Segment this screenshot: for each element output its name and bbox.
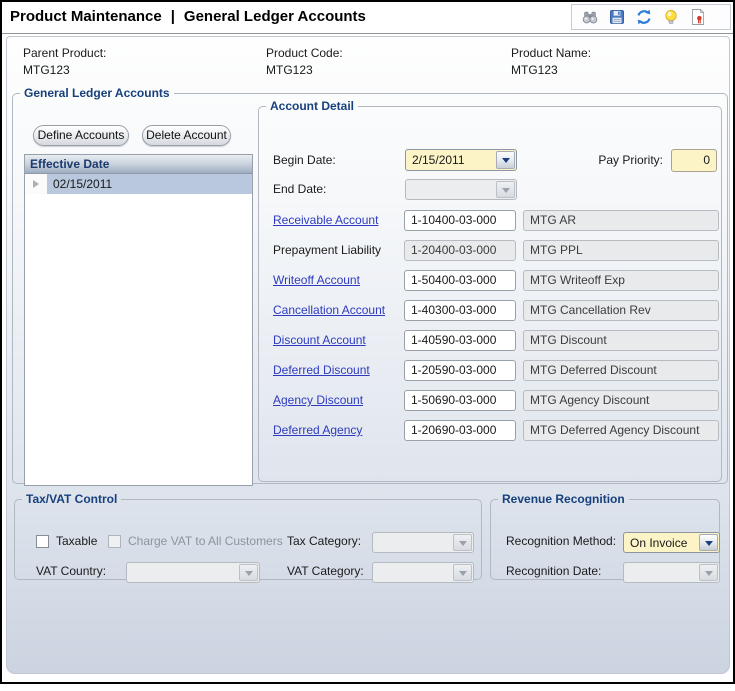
- find-button[interactable]: [581, 8, 599, 26]
- refresh-button[interactable]: [635, 8, 653, 26]
- deferred-agency-input[interactable]: 1-20690-03-000: [404, 420, 516, 441]
- receivable-account-name: MTG AR: [523, 210, 719, 231]
- writeoff-account-name: MTG Writeoff Exp: [523, 270, 719, 291]
- begin-date-label: Begin Date:: [273, 149, 336, 171]
- deferred-agency-name: MTG Deferred Agency Discount: [523, 420, 719, 441]
- charge-vat-checkbox: [108, 535, 121, 548]
- end-date-value: [407, 181, 495, 198]
- effective-date-cell[interactable]: 02/15/2011: [47, 174, 252, 194]
- pay-priority-input[interactable]: 0: [671, 149, 717, 172]
- tax-vat-control-title: Tax/VAT Control: [22, 492, 121, 506]
- cancellation-account-input[interactable]: 1-40300-03-000: [404, 300, 516, 321]
- tax-category-value: [374, 534, 452, 551]
- deferred-discount-input[interactable]: 1-20590-03-000: [404, 360, 516, 381]
- begin-date-combo[interactable]: 2/15/2011: [405, 149, 517, 171]
- product-code-label: Product Code:: [266, 46, 343, 60]
- page-title-right: General Ledger Accounts: [184, 8, 366, 25]
- parent-product-label: Parent Product:: [23, 46, 106, 60]
- lightbulb-icon: [662, 8, 680, 26]
- recognition-date-combo: [623, 562, 720, 583]
- vat-category-label: VAT Category:: [287, 564, 364, 578]
- product-name-label: Product Name:: [511, 46, 591, 60]
- tax-category-dropdown-icon: [453, 534, 472, 551]
- product-name-value: MTG123: [511, 63, 558, 77]
- begin-date-dropdown-icon[interactable]: [496, 151, 515, 169]
- save-icon: [608, 8, 626, 26]
- effective-date-list: Effective Date 02/15/2011: [24, 154, 253, 486]
- writeoff-account-input[interactable]: 1-50400-03-000: [404, 270, 516, 291]
- prepayment-liability-name: MTG PPL: [523, 240, 719, 261]
- recognition-method-combo[interactable]: On Invoice: [623, 532, 720, 553]
- exit-button[interactable]: [689, 8, 707, 26]
- toolbar: [571, 4, 731, 30]
- row-expander[interactable]: [25, 174, 47, 194]
- charge-vat-label: Charge VAT to All Customers: [128, 534, 283, 548]
- deferred-discount-link[interactable]: Deferred Discount: [273, 360, 370, 381]
- product-code-value: MTG123: [266, 63, 313, 77]
- pay-priority-label: Pay Priority:: [589, 149, 663, 172]
- recognition-date-value: [625, 564, 698, 581]
- recognition-method-dropdown-icon[interactable]: [699, 534, 718, 551]
- vat-country-label: VAT Country:: [36, 564, 106, 578]
- account-detail-group: Account Detail Begin Date: 2/15/2011 Pay…: [258, 99, 722, 482]
- prepayment-liability-input: 1-20400-03-000: [404, 240, 516, 261]
- define-accounts-button[interactable]: Define Accounts: [33, 125, 129, 146]
- vat-category-value: [374, 564, 452, 581]
- parent-product-value: MTG123: [23, 63, 70, 77]
- recognition-date-dropdown-icon: [699, 564, 718, 581]
- product-maintenance-window: Product Maintenance | General Ledger Accou…: [0, 0, 735, 684]
- account-detail-title: Account Detail: [266, 99, 358, 113]
- cancellation-account-link[interactable]: Cancellation Account: [273, 300, 385, 321]
- exit-document-icon: [689, 8, 707, 26]
- discount-account-link[interactable]: Discount Account: [273, 330, 366, 351]
- effective-date-row[interactable]: 02/15/2011: [25, 174, 252, 194]
- writeoff-account-link[interactable]: Writeoff Account: [273, 270, 360, 291]
- page-title: Product Maintenance | General Ledger Accou…: [10, 8, 366, 25]
- expander-triangle-icon: [33, 180, 39, 188]
- refresh-icon: [635, 8, 653, 26]
- tax-vat-control-group: Tax/VAT Control Taxable Charge VAT to Al…: [14, 492, 482, 580]
- save-button[interactable]: [608, 8, 626, 26]
- vat-country-value: [128, 564, 238, 581]
- deferred-discount-name: MTG Deferred Discount: [523, 360, 719, 381]
- title-separator: |: [171, 8, 175, 25]
- find-icon: [581, 8, 599, 26]
- screenshot-stage: Product Maintenance | General Ledger Accou…: [0, 0, 735, 691]
- vat-category-combo: [372, 562, 474, 583]
- agency-discount-name: MTG Agency Discount: [523, 390, 719, 411]
- end-date-dropdown-icon: [496, 181, 515, 198]
- tax-category-combo: [372, 532, 474, 553]
- title-separator-line: [2, 33, 733, 34]
- hint-button[interactable]: [662, 8, 680, 26]
- discount-account-name: MTG Discount: [523, 330, 719, 351]
- recognition-method-label: Recognition Method:: [506, 534, 616, 548]
- general-ledger-accounts-title: General Ledger Accounts: [20, 86, 174, 100]
- end-date-label: End Date:: [273, 179, 326, 200]
- receivable-account-link[interactable]: Receivable Account: [273, 210, 378, 231]
- receivable-account-input[interactable]: 1-10400-03-000: [404, 210, 516, 231]
- delete-account-button[interactable]: Delete Account: [142, 125, 231, 146]
- recognition-method-value: On Invoice: [625, 534, 698, 551]
- end-date-combo: [405, 179, 517, 200]
- begin-date-value: 2/15/2011: [407, 151, 495, 169]
- vat-country-dropdown-icon: [239, 564, 258, 581]
- prepayment-liability-label: Prepayment Liability: [273, 240, 381, 261]
- revenue-recognition-title: Revenue Recognition: [498, 492, 629, 506]
- discount-account-input[interactable]: 1-40590-03-000: [404, 330, 516, 351]
- taxable-checkbox[interactable]: [36, 535, 49, 548]
- vat-category-dropdown-icon: [453, 564, 472, 581]
- tax-category-label: Tax Category:: [287, 534, 361, 548]
- agency-discount-input[interactable]: 1-50690-03-000: [404, 390, 516, 411]
- vat-country-combo: [126, 562, 260, 583]
- agency-discount-link[interactable]: Agency Discount: [273, 390, 363, 411]
- page-title-left: Product Maintenance: [10, 8, 162, 25]
- recognition-date-label: Recognition Date:: [506, 564, 601, 578]
- taxable-label: Taxable: [56, 534, 97, 548]
- revenue-recognition-group: Revenue Recognition Recognition Method: …: [490, 492, 720, 580]
- cancellation-account-name: MTG Cancellation Rev: [523, 300, 719, 321]
- deferred-agency-link[interactable]: Deferred Agency: [273, 420, 362, 441]
- effective-date-header: Effective Date: [25, 155, 252, 174]
